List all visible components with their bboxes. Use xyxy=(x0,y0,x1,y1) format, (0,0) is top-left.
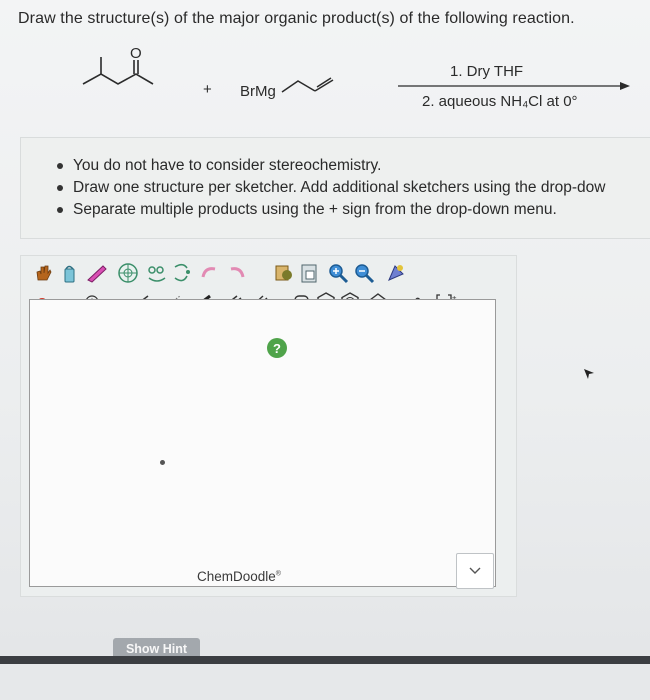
hand-icon[interactable] xyxy=(33,261,53,285)
center-icon[interactable] xyxy=(385,261,407,285)
help-button[interactable]: ? xyxy=(267,338,287,358)
zoom-out-icon[interactable] xyxy=(353,261,375,285)
sketcher-toolbar-top xyxy=(29,261,509,285)
clean-icon[interactable] xyxy=(145,261,169,285)
arrow-head xyxy=(620,82,630,90)
canvas-dot xyxy=(160,460,165,465)
registered-mark: ® xyxy=(275,570,281,578)
instructions-box: You do not have to consider stereochemis… xyxy=(20,137,650,239)
question-panel: Draw the structure(s) of the major organ… xyxy=(0,0,650,655)
mouse-cursor-icon xyxy=(583,367,595,385)
instructions-list: You do not have to consider stereochemis… xyxy=(21,138,650,221)
reaction-arrows-icon[interactable] xyxy=(171,261,193,285)
paste-icon[interactable] xyxy=(299,261,321,285)
instruction-item: Separate multiple products using the + s… xyxy=(57,199,650,221)
condition-1: 1. Dry THF xyxy=(450,63,523,80)
undo-icon[interactable] xyxy=(199,261,221,285)
allyl-chain xyxy=(281,80,316,93)
ring-template-icon[interactable] xyxy=(115,261,141,285)
zoom-in-icon[interactable] xyxy=(327,261,349,285)
oxygen-label: O xyxy=(130,45,142,62)
condition-2: 2. aqueous NH₄Cl at 0° xyxy=(422,93,578,110)
ketone-skeleton xyxy=(82,73,154,85)
grignard-label: BrMg xyxy=(240,83,276,100)
chevron-down-icon xyxy=(469,567,481,574)
brand-name: ChemDoodle xyxy=(197,569,276,584)
redo-icon[interactable] xyxy=(225,261,247,285)
instruction-item: Draw one structure per sketcher. Add add… xyxy=(57,177,650,199)
lasso-icon[interactable] xyxy=(85,261,109,285)
reaction-scheme: O + BrMg 1. Dry THF 2. aqueous NH₄Cl at … xyxy=(0,40,650,120)
chemdoodle-brand: ChemDoodle® xyxy=(197,569,281,584)
drawing-canvas[interactable]: ? ChemDoodle® xyxy=(29,299,496,587)
reaction-drawing: O + BrMg 1. Dry THF 2. aqueous NH₄Cl at … xyxy=(82,45,630,110)
instruction-item: You do not have to consider stereochemis… xyxy=(57,155,650,177)
plus-sign: + xyxy=(203,81,212,98)
eraser-icon[interactable] xyxy=(59,261,79,285)
sketcher-dropdown[interactable] xyxy=(456,553,494,589)
question-prompt: Draw the structure(s) of the major organ… xyxy=(18,10,575,27)
copy-icon[interactable] xyxy=(273,261,297,285)
chemdoodle-sketcher: O ▼ ▼ ▼ xyxy=(20,255,517,597)
bottom-divider xyxy=(0,656,650,664)
